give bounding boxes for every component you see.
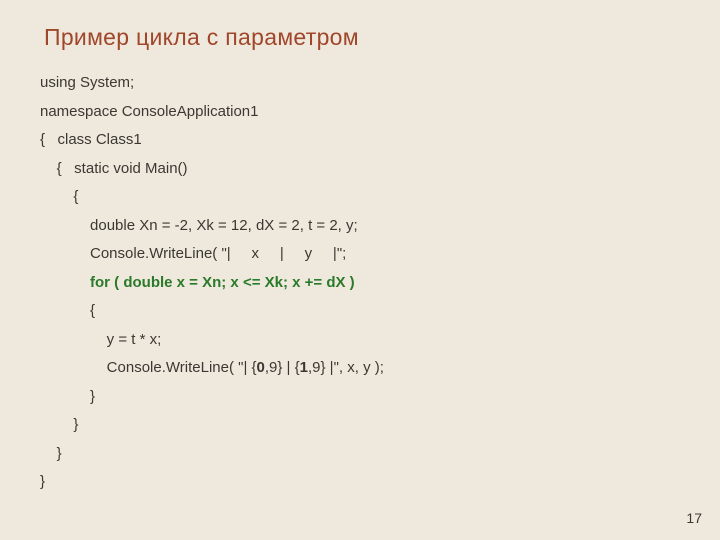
code-bold: 0 bbox=[257, 359, 265, 376]
code-line: ,9} | { bbox=[265, 359, 300, 376]
code-line: { class Class1 bbox=[40, 131, 142, 148]
code-line: Console.WriteLine( "| x | y |"; bbox=[40, 245, 346, 262]
code-line: } bbox=[40, 445, 62, 462]
code-line: } bbox=[40, 416, 78, 433]
code-indent bbox=[40, 274, 90, 291]
slide-title: Пример цикла с параметром bbox=[44, 24, 680, 51]
code-line: ,9} |", x, y ); bbox=[308, 359, 384, 376]
code-line: y = t * x; bbox=[40, 331, 161, 348]
code-block: using System; namespace ConsoleApplicati… bbox=[40, 69, 680, 497]
page-number: 17 bbox=[686, 510, 702, 526]
code-for-line: for ( double x = Xn; x <= Xk; x += dX ) bbox=[90, 274, 355, 291]
slide: Пример цикла с параметром using System; … bbox=[0, 0, 720, 540]
code-line: Console.WriteLine( "| { bbox=[40, 359, 257, 376]
code-line: { static void Main() bbox=[40, 160, 188, 177]
code-line: using System; bbox=[40, 74, 134, 91]
code-line: namespace ConsoleApplication1 bbox=[40, 103, 258, 120]
code-line: { bbox=[40, 302, 95, 319]
code-line: { bbox=[40, 188, 78, 205]
code-line: } bbox=[40, 388, 95, 405]
code-line: } bbox=[40, 473, 45, 490]
code-line: double Xn = -2, Xk = 12, dX = 2, t = 2, … bbox=[40, 217, 358, 234]
code-bold: 1 bbox=[300, 359, 308, 376]
